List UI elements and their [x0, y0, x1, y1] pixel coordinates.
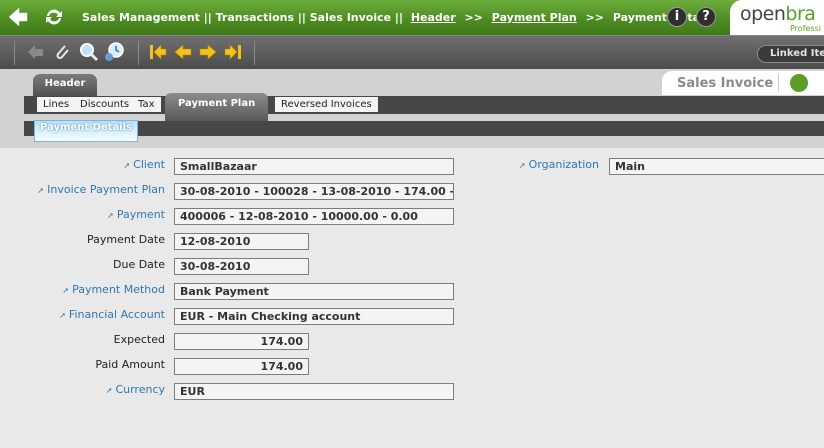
attachment-icon[interactable]: [51, 41, 73, 63]
toolbar: Linked Ite: [0, 35, 824, 69]
sales-invoice-window-tab[interactable]: Sales Invoice: [662, 71, 824, 95]
link-arrow-icon: ➚: [123, 161, 131, 170]
due-date-field[interactable]: 30-08-2010: [174, 258, 309, 275]
client-field[interactable]: SmallBazaar: [174, 158, 454, 175]
undo-icon[interactable]: [25, 41, 47, 63]
expected-field[interactable]: 174.00: [174, 333, 309, 350]
financial-account-field[interactable]: EUR - Main Checking account: [174, 308, 454, 325]
search-icon[interactable]: [78, 41, 100, 63]
payment-method-label[interactable]: ➚ Payment Method: [62, 283, 165, 296]
toolbar-separator: [14, 41, 15, 65]
breadcrumb: Sales Management || Transactions || Sale…: [82, 11, 714, 24]
currency-label[interactable]: ➚ Currency: [106, 383, 165, 396]
tab-payment-plan[interactable]: Payment Plan: [165, 93, 269, 123]
openbravo-badge-icon[interactable]: [790, 74, 808, 92]
logo-word-b: bra: [785, 3, 816, 25]
link-arrow-icon: ➚: [62, 286, 70, 295]
due-date-label: Due Date: [113, 258, 165, 271]
audit-trail-icon[interactable]: [103, 41, 125, 63]
breadcrumb-path: Sales Management || Transactions || Sale…: [82, 11, 403, 24]
payment-field[interactable]: 400006 - 12-08-2010 - 10000.00 - 0.00: [174, 208, 454, 225]
tab-tax[interactable]: Tax: [132, 97, 161, 112]
logo-word-a: open: [740, 3, 786, 25]
organization-label[interactable]: ➚ Organization: [519, 158, 599, 171]
info-button[interactable]: i: [667, 7, 687, 27]
tab-divider: [778, 74, 779, 92]
link-arrow-icon: ➚: [518, 161, 526, 170]
last-record-icon[interactable]: [222, 41, 244, 63]
client-label[interactable]: ➚ Client: [123, 158, 165, 171]
openbravo-logo: openbra Professi: [730, 0, 824, 35]
toolbar-separator: [138, 41, 139, 65]
link-arrow-icon: ➚: [105, 386, 113, 395]
payment-date-label: Payment Date: [87, 233, 165, 246]
organization-field[interactable]: Main: [609, 158, 824, 175]
expected-label: Expected: [113, 333, 165, 346]
payment-method-field[interactable]: Bank Payment: [174, 283, 454, 300]
currency-field[interactable]: EUR: [174, 383, 454, 400]
refresh-icon[interactable]: [42, 5, 66, 29]
link-arrow-icon: ➚: [107, 211, 114, 220]
paid-amount-label: Paid Amount: [95, 358, 165, 371]
next-record-icon[interactable]: [197, 41, 219, 63]
link-arrow-icon: ➚: [37, 186, 45, 195]
tab-payment-details[interactable]: Payment Details: [34, 120, 138, 142]
payment-date-field[interactable]: 12-08-2010: [174, 233, 309, 250]
invoice-payment-plan-label[interactable]: ➚ Invoice Payment Plan: [37, 183, 165, 196]
invoice-payment-plan-field[interactable]: 30-08-2010 - 100028 - 13-08-2010 - 174.0…: [174, 183, 454, 200]
sales-invoice-tab-label: Sales Invoice: [677, 76, 774, 91]
tab-lines[interactable]: Lines: [37, 97, 76, 112]
breadcrumb-header-link[interactable]: Header: [411, 11, 456, 24]
paid-amount-field[interactable]: 174.00: [174, 358, 309, 375]
logo-subtitle: Professi: [790, 24, 821, 33]
previous-record-icon[interactable]: [172, 41, 194, 63]
breadcrumb-separator: >>: [464, 11, 483, 24]
back-arrow-icon[interactable]: [6, 5, 30, 29]
link-arrow-icon: ➚: [59, 311, 66, 320]
payment-details-form: ➚ Client SmallBazaar ➚ Organization Main ➚…: [0, 148, 824, 448]
tabs-area: Header Sales Invoice Lines Discounts Tax…: [0, 69, 824, 148]
tab-header[interactable]: Header: [33, 74, 97, 96]
breadcrumb-payment-plan-link[interactable]: Payment Plan: [492, 11, 577, 24]
payment-label[interactable]: ➚ Payment: [107, 208, 165, 221]
toolbar-separator: [254, 41, 255, 65]
level2-tab-band: [24, 121, 824, 136]
help-button[interactable]: ?: [696, 7, 716, 27]
tab-discounts[interactable]: Discounts: [74, 97, 136, 112]
tab-reversed-invoices[interactable]: Reversed Invoices: [275, 97, 378, 112]
top-navigation-bar: Sales Management || Transactions || Sale…: [0, 0, 824, 35]
financial-account-label[interactable]: ➚ Financial Account: [59, 308, 165, 321]
breadcrumb-separator: >>: [585, 11, 605, 24]
linked-items-button[interactable]: Linked Ite: [757, 45, 824, 63]
first-record-icon[interactable]: [147, 41, 169, 63]
